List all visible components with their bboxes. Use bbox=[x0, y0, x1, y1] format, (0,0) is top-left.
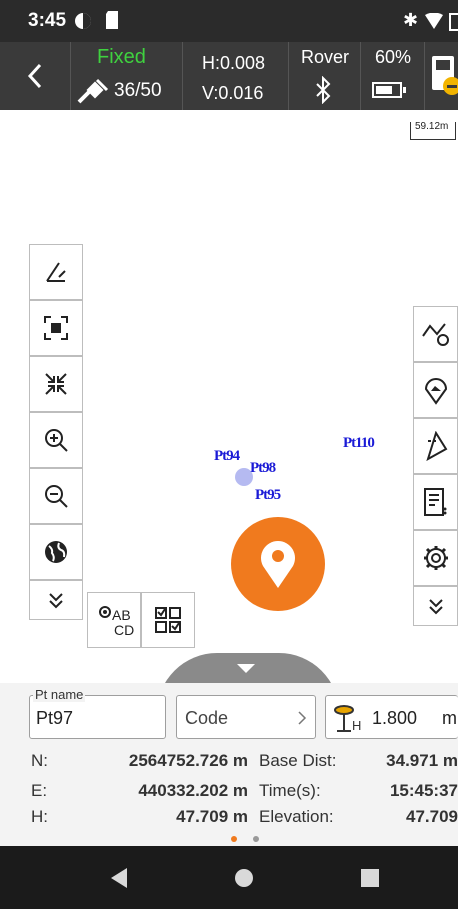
map-pin-icon bbox=[424, 378, 447, 405]
battery-status-icon bbox=[449, 13, 458, 31]
battery-percent: 60% bbox=[375, 47, 412, 67]
double-chevron-down-icon bbox=[428, 599, 443, 615]
code-placeholder: Code bbox=[185, 708, 229, 728]
collapse-arrows-icon bbox=[45, 373, 67, 395]
pt-name-field[interactable]: Pt name Pt97 bbox=[29, 687, 166, 739]
status-time: 3:45 bbox=[28, 10, 67, 31]
pt-name-value: Pt97 bbox=[36, 708, 74, 728]
time-label: Time(s): bbox=[259, 781, 321, 800]
height-value: 47.709 m bbox=[176, 807, 248, 826]
zoom-in-button[interactable] bbox=[29, 412, 83, 468]
antenna-height-unit: m bbox=[442, 708, 457, 728]
map-scale-bar: 59.12m bbox=[410, 121, 456, 140]
checklist-grid-icon bbox=[155, 607, 181, 633]
right-toolbar-expand-button[interactable] bbox=[413, 586, 458, 626]
label-cd: CD bbox=[114, 622, 135, 638]
bluetooth-status-icon: ✱ bbox=[403, 10, 419, 30]
base-dist-label: Base Dist: bbox=[259, 751, 337, 770]
line-gear-icon bbox=[421, 323, 449, 346]
time-value: 15:45:37 bbox=[389, 781, 458, 800]
mode-label: Rover bbox=[301, 47, 350, 67]
map-point-label: Pt110 bbox=[343, 435, 375, 451]
v-precision: V:0.016 bbox=[202, 83, 264, 103]
measure-angle-icon bbox=[46, 262, 66, 282]
gear-icon bbox=[423, 546, 448, 570]
top-bar: Fixed 36/50 H:0.008 V:0.016 Rover 60% bbox=[0, 42, 458, 110]
stakeout-button[interactable] bbox=[413, 418, 458, 474]
zoom-to-points-button[interactable] bbox=[29, 356, 83, 412]
bluetooth-icon bbox=[316, 76, 331, 104]
device-button[interactable] bbox=[424, 42, 458, 110]
precision-button[interactable]: H:0.008 V:0.016 bbox=[182, 42, 288, 110]
antenna-height-sub: H bbox=[352, 718, 362, 733]
map-point-label: Pt98 bbox=[250, 460, 276, 476]
satellite-icon bbox=[77, 78, 109, 104]
data-saver-icon bbox=[75, 13, 91, 29]
select-points-button[interactable] bbox=[141, 592, 195, 648]
antenna-height-value: 1.800 bbox=[372, 708, 418, 728]
settings-button[interactable] bbox=[413, 530, 458, 586]
wifi-icon bbox=[425, 13, 443, 29]
full-extent-button[interactable] bbox=[29, 300, 83, 356]
globe-layer-button[interactable] bbox=[29, 524, 83, 580]
map-point-label: Pt94 bbox=[214, 448, 240, 464]
pt-name-label: Pt name bbox=[33, 687, 86, 702]
survey-list-icon bbox=[423, 488, 446, 516]
elevation-value: 47.709 bbox=[406, 807, 458, 826]
panel-toggle-handle[interactable] bbox=[157, 653, 339, 683]
nav-recents-icon[interactable] bbox=[361, 869, 379, 887]
easting-label: E: bbox=[31, 781, 48, 800]
full-extent-icon bbox=[44, 316, 68, 340]
northing-value: 2564752.726 m bbox=[128, 751, 248, 770]
map-canvas[interactable]: 59.12m AB CD Pt110 Pt94 Pt98 Pt95 bbox=[0, 110, 458, 683]
chevron-right-icon bbox=[298, 711, 307, 725]
data-list-button[interactable] bbox=[413, 474, 458, 530]
back-arrow-icon bbox=[27, 63, 42, 89]
zoom-out-button[interactable] bbox=[29, 468, 83, 524]
nav-back-icon[interactable] bbox=[109, 867, 129, 889]
globe-icon bbox=[45, 541, 67, 563]
double-chevron-down-icon bbox=[49, 593, 63, 609]
sim-card-icon bbox=[106, 11, 118, 29]
navigation-bar bbox=[0, 846, 458, 909]
map-scale-label: 59.12m bbox=[415, 121, 449, 132]
satellite-count: 36/50 bbox=[114, 80, 162, 101]
stakeout-icon bbox=[425, 431, 447, 461]
receiver-device-icon bbox=[432, 56, 458, 95]
antenna-height-field[interactable]: H 1.800 m bbox=[325, 695, 458, 739]
locate-button[interactable] bbox=[231, 517, 325, 611]
h-precision: H:0.008 bbox=[202, 53, 266, 73]
northing-label: N: bbox=[31, 751, 48, 770]
current-position-marker bbox=[235, 468, 253, 486]
zoom-in-icon bbox=[45, 429, 68, 452]
elevation-label: Elevation: bbox=[259, 807, 334, 826]
fix-status: Fixed bbox=[97, 46, 146, 68]
location-pin-icon bbox=[261, 541, 295, 588]
map-point-label: Pt95 bbox=[255, 487, 281, 503]
left-toolbar-expand-button[interactable] bbox=[29, 580, 83, 620]
height-label: H: bbox=[31, 807, 48, 826]
page-indicator bbox=[253, 836, 259, 842]
nav-home-icon[interactable] bbox=[234, 868, 254, 888]
point-info-panel: Pt name Pt97 Code H 1.800 m N: 2564752.7… bbox=[0, 683, 458, 846]
point-dot-icon bbox=[99, 606, 111, 618]
status-bar: 3:45 ✱ bbox=[0, 0, 458, 42]
fix-status-button[interactable]: Fixed 36/50 bbox=[70, 42, 182, 110]
measure-tool-button[interactable] bbox=[29, 244, 83, 300]
battery-button[interactable]: 60% bbox=[360, 42, 424, 110]
page-indicator-active bbox=[231, 836, 237, 842]
battery-icon bbox=[372, 82, 406, 98]
easting-value: 440332.202 m bbox=[138, 781, 248, 800]
map-layer-button[interactable] bbox=[413, 362, 458, 418]
line-settings-button[interactable] bbox=[413, 306, 458, 362]
label-display-button[interactable]: AB CD bbox=[87, 592, 141, 648]
zoom-out-icon bbox=[45, 485, 68, 508]
code-field[interactable]: Code bbox=[176, 695, 316, 739]
rover-mode-button[interactable]: Rover bbox=[288, 42, 360, 110]
back-button[interactable] bbox=[0, 42, 70, 110]
label-ab: AB bbox=[112, 607, 131, 623]
triangle-down-icon bbox=[237, 664, 255, 673]
base-dist-value: 34.971 m bbox=[386, 751, 458, 770]
